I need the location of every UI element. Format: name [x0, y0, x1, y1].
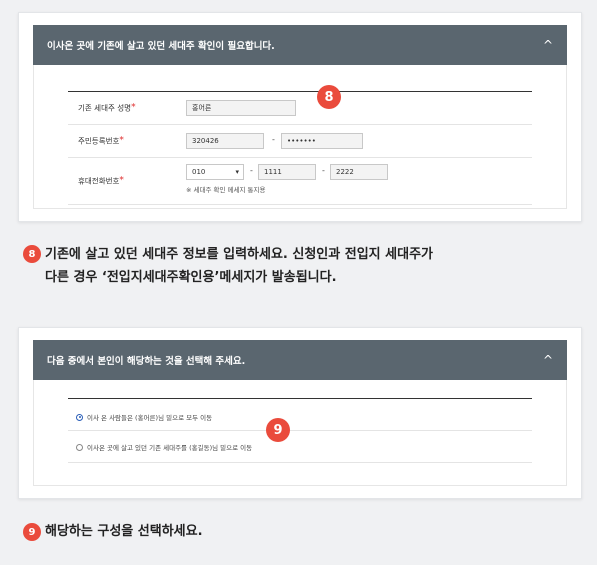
option-divider	[68, 462, 532, 463]
chevron-down-icon: ▾	[235, 168, 239, 176]
step-9-badge: 9	[23, 523, 41, 541]
phone-dash-2: -	[322, 166, 325, 175]
step-8-line-1: 기존에 살고 있던 세대주 정보를 입력하세요. 신청인과 전입지 세대주가	[45, 247, 433, 262]
phone-mid-input[interactable]: 1111	[258, 164, 316, 180]
household-head-panel: 이사온 곳에 기존에 살고 있던 세대주 확인이 필요합니다. ^ 기존 세대주…	[18, 12, 582, 222]
panel-body: 기존 세대주 성명* 홍어른 주민등록번호* 320426 - ••••••• …	[33, 65, 567, 209]
phone-note: ※ 세대주 확인 메세지 통지용	[186, 186, 266, 194]
name-label: 기존 세대주 성명*	[78, 102, 136, 113]
step-8-badge: 8	[23, 245, 41, 263]
head-name-field[interactable]: 홍어른	[186, 100, 296, 116]
rrn-dash: -	[272, 135, 275, 144]
option-divider	[68, 430, 532, 431]
step-8-description: 기존에 살고 있던 세대주 정보를 입력하세요. 신청인과 전입지 세대주가 다…	[45, 243, 433, 289]
member-selection-panel-header[interactable]: 다음 중에서 본인이 해당하는 것을 선택해 주세요. ^	[33, 340, 567, 380]
radio-unselected-icon[interactable]	[76, 443, 83, 451]
panel-title: 다음 중에서 본인이 해당하는 것을 선택해 주세요.	[47, 356, 246, 367]
step-9-marker: 9	[266, 418, 290, 442]
panel-title: 이사온 곳에 기존에 살고 있던 세대주 확인이 필요합니다.	[47, 41, 275, 52]
phone-label: 휴대전화번호*	[78, 175, 124, 186]
required-mark: *	[131, 102, 136, 113]
phone-last-input[interactable]: 2222	[330, 164, 388, 180]
household-head-panel-header[interactable]: 이사온 곳에 기존에 살고 있던 세대주 확인이 필요합니다. ^	[33, 25, 567, 65]
member-selection-panel: 다음 중에서 본인이 해당하는 것을 선택해 주세요. ^ 이사 온 사람들은 …	[18, 327, 582, 499]
form-row-name: 기존 세대주 성명* 홍어른	[68, 92, 532, 125]
chevron-up-icon[interactable]: ^	[543, 353, 553, 367]
chevron-up-icon[interactable]: ^	[543, 38, 553, 52]
step-9-description: 해당하는 구성을 선택하세요.	[45, 520, 203, 543]
household-head-form: 기존 세대주 성명* 홍어른 주민등록번호* 320426 - ••••••• …	[68, 91, 532, 205]
step-8-line-2: 다른 경우 ‘전입지세대주확인용’메세지가 발송됩니다.	[45, 270, 337, 285]
form-row-phone: 휴대전화번호* 010 ▾ - 1111 - 2222 ※ 세대주 확인 메세지…	[68, 158, 532, 205]
option-2[interactable]: 이사온 곳에 살고 있던 기존 세대주를 (홍길동)님 밑으로 이동	[76, 442, 252, 452]
step-9-line-1: 해당하는 구성을 선택하세요.	[45, 524, 203, 539]
step-8-marker: 8	[317, 85, 341, 109]
required-mark: *	[119, 135, 124, 146]
rrn-label: 주민등록번호*	[78, 135, 124, 146]
option-2-label: 이사온 곳에 살고 있던 기존 세대주를 (홍길동)님 밑으로 이동	[87, 444, 253, 452]
radio-selected-icon[interactable]	[76, 413, 83, 421]
rrn-front-input[interactable]: 320426	[186, 133, 264, 149]
option-top-rule	[68, 398, 532, 399]
form-row-rrn: 주민등록번호* 320426 - •••••••	[68, 125, 532, 158]
required-mark: *	[119, 175, 124, 186]
phone-dash-1: -	[250, 166, 253, 175]
option-1-label: 이사 온 사람들은 (홍어른)님 밑으로 모두 이동	[87, 414, 213, 422]
phone-prefix-select[interactable]: 010 ▾	[186, 164, 244, 180]
option-1[interactable]: 이사 온 사람들은 (홍어른)님 밑으로 모두 이동	[76, 412, 212, 422]
rrn-back-input[interactable]: •••••••	[281, 133, 363, 149]
panel-body: 이사 온 사람들은 (홍어른)님 밑으로 모두 이동 이사온 곳에 살고 있던 …	[33, 380, 567, 486]
